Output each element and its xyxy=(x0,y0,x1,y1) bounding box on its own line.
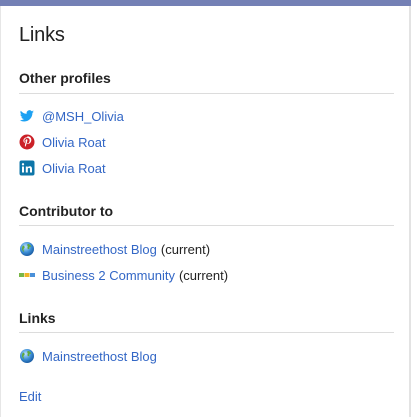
current-tag: (current) xyxy=(178,267,229,283)
profile-item-pinterest: Olivia Roat xyxy=(19,133,106,151)
globe-icon xyxy=(19,348,35,364)
profile-item-linkedin: Olivia Roat xyxy=(19,159,106,177)
section-heading-links: Links xyxy=(19,310,56,326)
edit-link[interactable]: Edit xyxy=(19,389,41,404)
current-tag: (current) xyxy=(160,241,211,257)
divider xyxy=(19,225,394,226)
globe-icon xyxy=(19,241,35,257)
divider xyxy=(19,93,394,94)
site-favicon-icon xyxy=(19,267,35,283)
pinterest-icon xyxy=(19,134,35,150)
twitter-icon xyxy=(19,108,35,124)
card-top-accent xyxy=(0,0,411,6)
profile-link-linkedin[interactable]: Olivia Roat xyxy=(42,161,106,176)
contributor-item: Business 2 Community (current) xyxy=(19,266,228,284)
section-heading-other-profiles: Other profiles xyxy=(19,70,111,86)
link-item: Mainstreethost Blog xyxy=(19,347,157,365)
linkedin-icon xyxy=(19,160,35,176)
card-title: Links xyxy=(19,24,65,46)
profile-link-pinterest[interactable]: Olivia Roat xyxy=(42,135,106,150)
contributor-link-business-2-community[interactable]: Business 2 Community xyxy=(42,268,175,283)
link-mainstreethost-blog[interactable]: Mainstreethost Blog xyxy=(42,349,157,364)
contributor-link-mainstreethost-blog[interactable]: Mainstreethost Blog xyxy=(42,242,157,257)
card-left-border xyxy=(0,6,1,417)
profile-item-twitter: @MSH_Olivia xyxy=(19,107,124,125)
contributor-item: Mainstreethost Blog (current) xyxy=(19,240,210,258)
section-heading-contributor-to: Contributor to xyxy=(19,203,114,219)
divider xyxy=(19,332,394,333)
profile-link-twitter[interactable]: @MSH_Olivia xyxy=(42,109,124,124)
